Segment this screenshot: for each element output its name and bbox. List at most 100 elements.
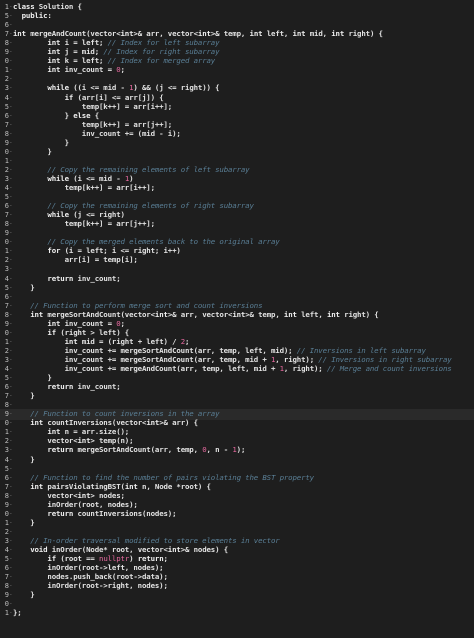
code-token: }: [13, 282, 35, 292]
code-token: for: [47, 246, 61, 256]
code-token: > nodes;: [90, 490, 125, 500]
code-token: int: [13, 29, 26, 39]
code-token: return: [137, 554, 164, 564]
code-token: j = mid;: [60, 47, 104, 57]
code-token: }: [13, 391, 35, 401]
code-token: ): [129, 554, 138, 564]
code-token: // Index for left subarray: [107, 38, 220, 48]
code-token: return: [47, 508, 74, 518]
code-token: }: [13, 373, 52, 383]
code-token: inv_count += mergeSortAndCount(arr, temp…: [13, 354, 271, 364]
line-number: 1: [4, 609, 9, 618]
code-token: pairsViolatingBST(: [43, 481, 125, 491]
code-token: left,: [262, 29, 293, 39]
code-token: >& temp,: [210, 29, 250, 39]
code-token: // Copy the merged elements back to the …: [47, 237, 280, 247]
code-token: int: [64, 336, 78, 346]
code-token: int: [47, 47, 61, 57]
code-token: }: [13, 517, 35, 527]
code-token: // Index for right subarray: [103, 47, 220, 57]
code-token: >& arr, vector<: [167, 309, 233, 319]
code-token: left,: [296, 309, 327, 319]
code-token: int: [47, 56, 61, 66]
code-token: inv_count;: [73, 382, 121, 392]
code-token: >& nodes) {: [180, 545, 228, 554]
code-token: vector<: [13, 490, 78, 500]
code-token: countInversions(vector<: [43, 418, 147, 428]
code-token: arr[i] = temp[i];: [13, 255, 138, 265]
code-token: int: [77, 436, 91, 446]
code-token: return: [47, 382, 74, 392]
code-token: int: [197, 29, 211, 39]
code-token: // Function to count inversions in the a…: [30, 409, 220, 419]
code-token: }: [13, 590, 35, 600]
gutter-dash: -: [9, 609, 13, 617]
code-token: while: [47, 210, 69, 220]
code-token: int: [30, 309, 44, 319]
code-token: > temp(n);: [90, 436, 134, 446]
code-token: void: [30, 545, 48, 554]
code-token: // Merge and count inversions: [326, 364, 452, 373]
code-token: n, Node *root) {: [137, 481, 211, 491]
code-token: (i = left; i <= right; i++): [60, 246, 181, 256]
code-token: inv_count =: [60, 318, 117, 328]
code-token: countInversions(nodes);: [73, 508, 177, 518]
code-token: int: [120, 29, 134, 39]
code-editor[interactable]: 1- class Solution {5- public: 6-7- int merg…: [0, 0, 474, 638]
code-token: return: [47, 273, 74, 283]
code-token: public:: [13, 11, 52, 21]
code-token: if: [47, 554, 57, 564]
code-token: if: [64, 92, 74, 102]
code-token: inv_count =: [60, 65, 117, 75]
code-token: );: [236, 445, 246, 455]
code-token: int: [232, 309, 246, 319]
code-token: ) && (j <= right)) {: [133, 83, 220, 93]
code-token: ((i <= mid -: [68, 83, 130, 93]
code-token: int: [47, 318, 61, 328]
code-token: n = arr.size();: [60, 427, 130, 437]
code-token: int: [47, 38, 61, 48]
code-token: }: [13, 454, 35, 464]
code-token: inv_count += mergeAndCount(arr, temp, le…: [13, 364, 280, 373]
code-token: (i <= mid -: [68, 173, 125, 183]
code-token: int: [331, 29, 345, 39]
code-token: inOrder(root, nodes);: [13, 499, 138, 509]
code-token: // In-order traversal modified to store …: [30, 535, 280, 545]
code-token: >& arr) {: [159, 418, 198, 428]
code-token: inOrder(root->left, nodes);: [13, 563, 164, 573]
code-token: right) {: [339, 309, 379, 319]
code-token: return: [47, 445, 74, 455]
code-token: int: [326, 309, 340, 319]
code-token: mergeSortAndCount(arr, temp,: [73, 445, 203, 455]
code-token: inv_count += mergeSortAndCount(arr, temp…: [13, 345, 297, 355]
code-token: mid,: [305, 29, 332, 39]
code-token: // Inversions in right subarray: [318, 354, 452, 364]
code-token: ;: [185, 336, 190, 346]
code-token: // Inversions in left subarray: [296, 345, 426, 355]
code-token: int: [283, 309, 297, 319]
code-line[interactable]: 1-};: [0, 608, 474, 619]
code-token: int: [77, 490, 91, 500]
code-token: while: [47, 173, 69, 183]
code-token: inv_count += (mid - i);: [13, 128, 181, 138]
code-token: int: [47, 427, 61, 437]
code-token: mid = (right + left) /: [77, 336, 181, 346]
